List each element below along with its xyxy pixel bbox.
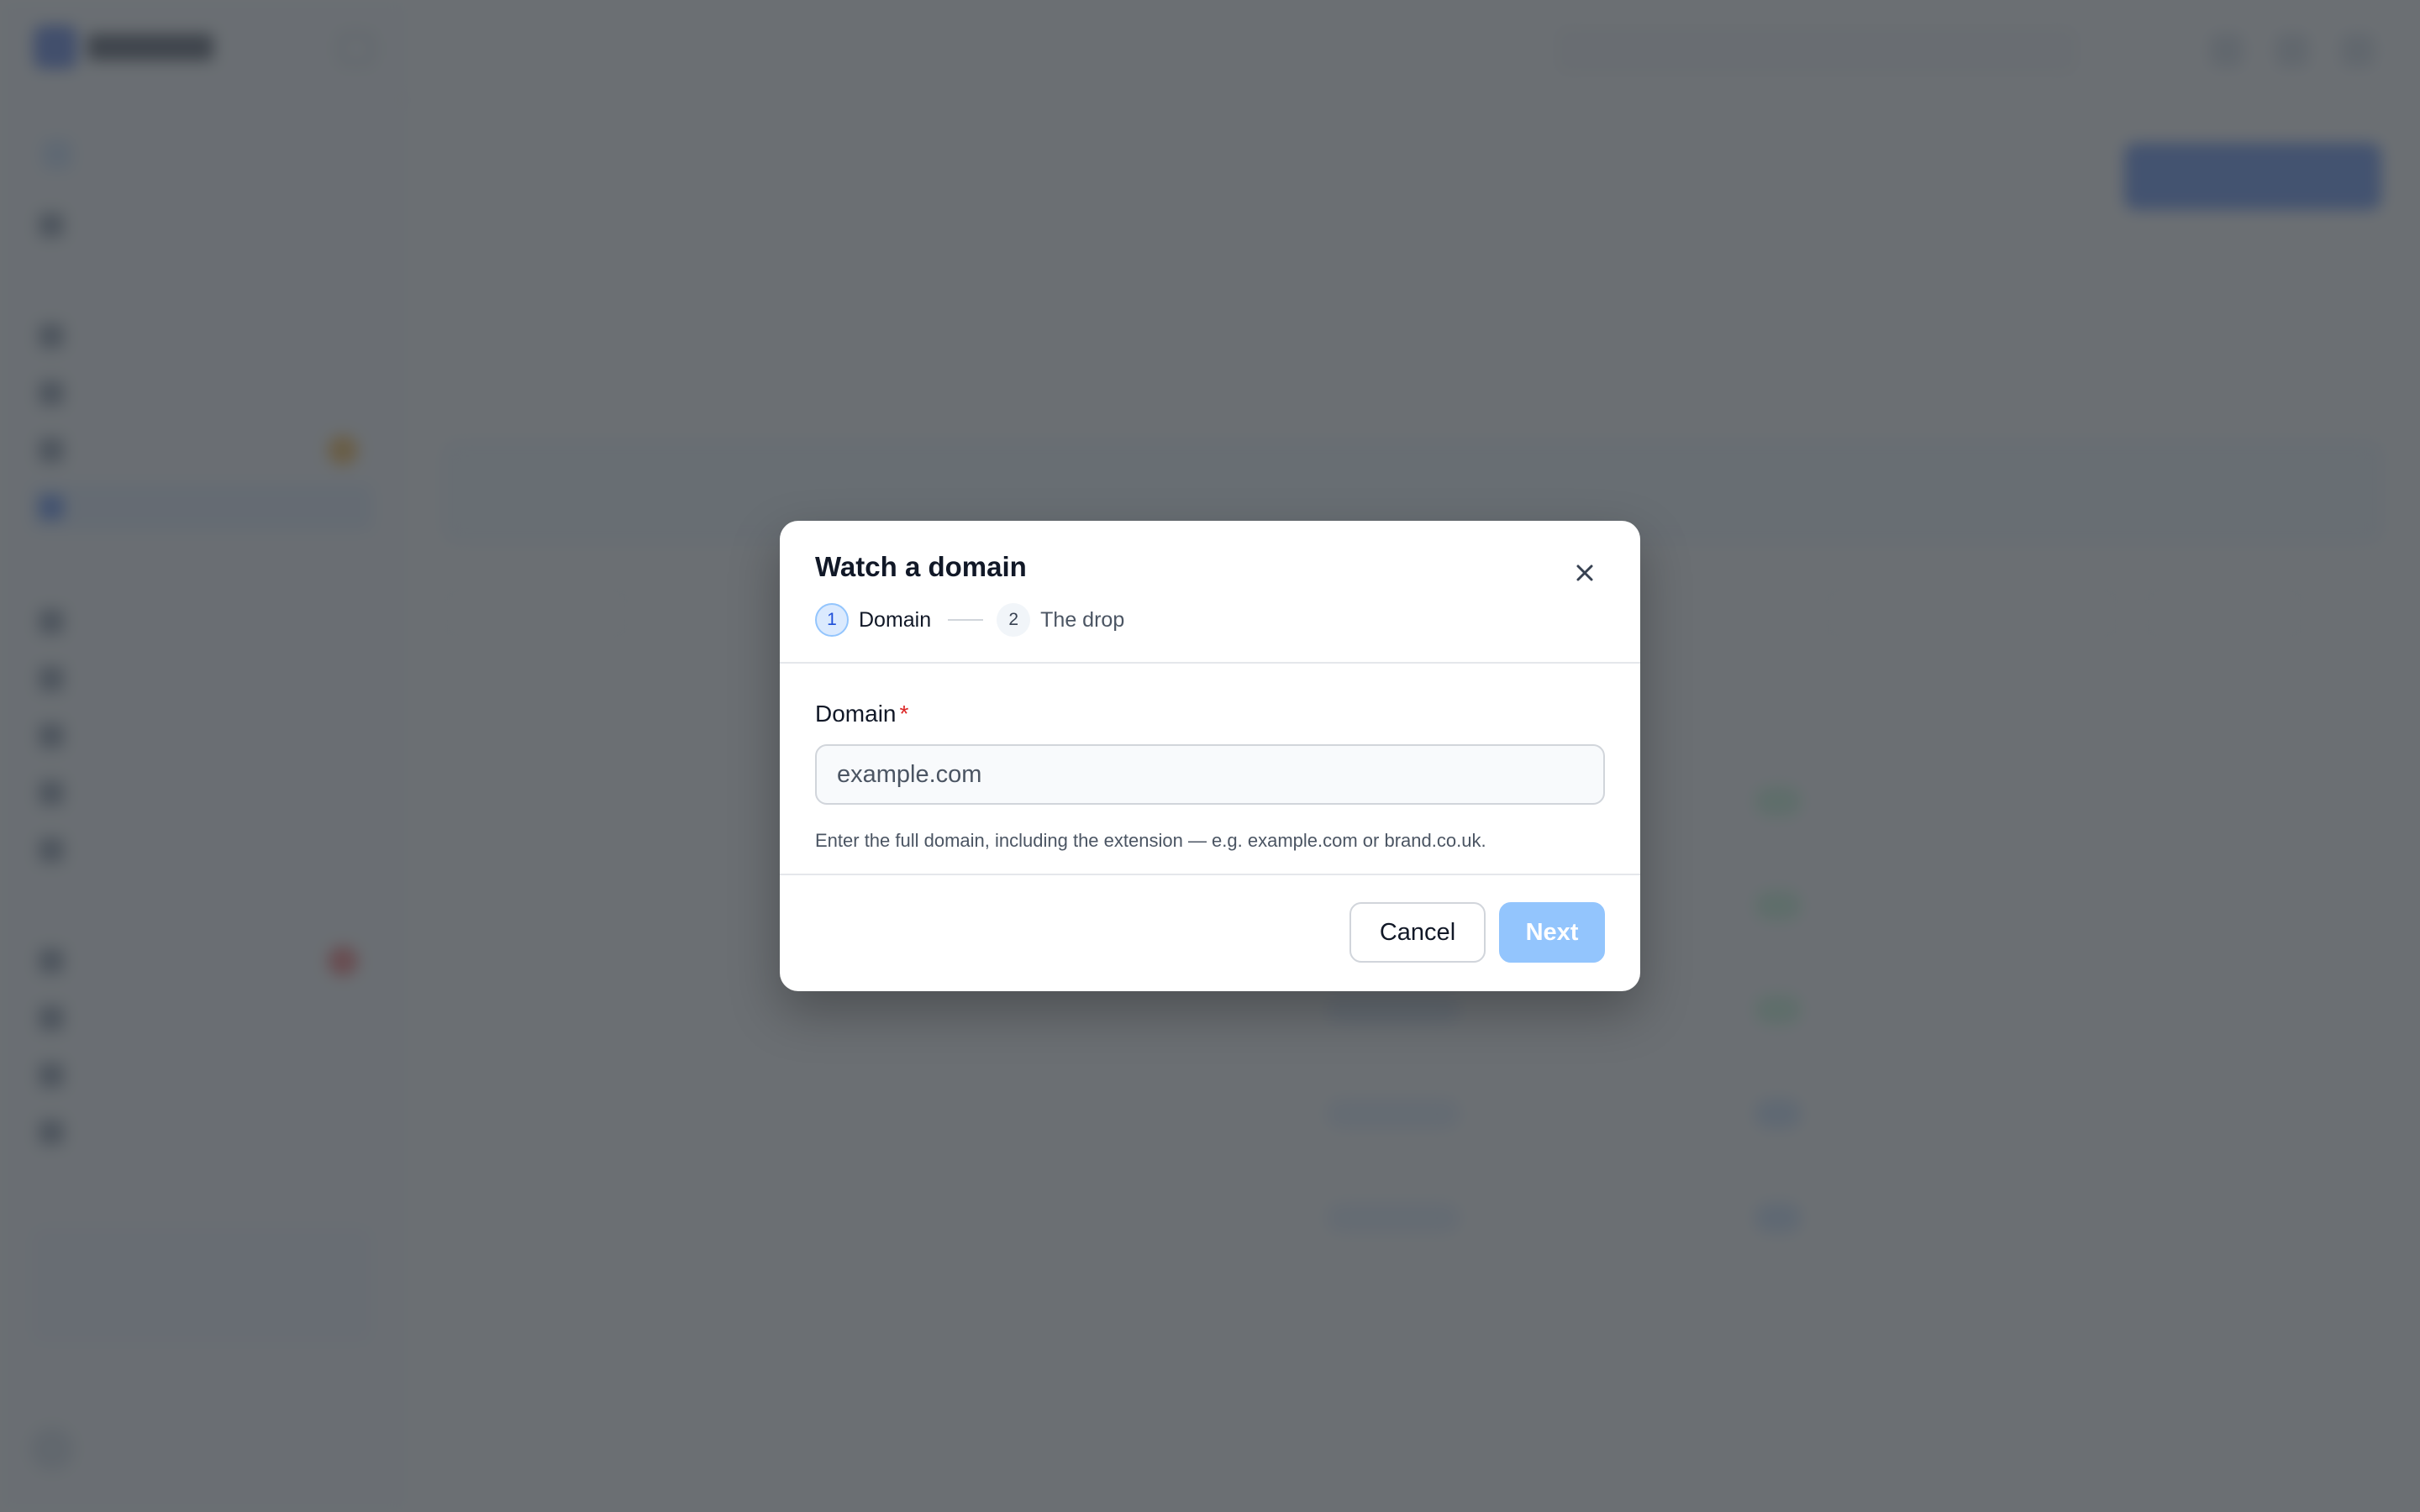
step-1-label: Domain (859, 607, 932, 632)
domain-label-text: Domain (815, 701, 897, 727)
dialog-body: Domain* Enter the full domain, including… (780, 665, 1640, 851)
dialog-footer: Cancel Next (780, 874, 1640, 991)
domain-field-label: Domain * (815, 701, 908, 727)
step-2-number: 2 (997, 603, 1031, 637)
step-2-label: The drop (1040, 607, 1125, 632)
cancel-button[interactable]: Cancel (1349, 902, 1486, 963)
dialog-title: Watch a domain (815, 551, 1027, 582)
next-button[interactable]: Next (1499, 902, 1605, 963)
close-button[interactable] (1570, 558, 1600, 588)
watch-domain-dialog: Watch a domain 1 Domain 2 The drop Domai… (780, 521, 1640, 991)
domain-input[interactable] (815, 744, 1605, 805)
stepper: 1 Domain 2 The drop (815, 601, 1124, 638)
domain-help-text: Enter the full domain, including the ext… (815, 830, 1486, 851)
close-icon (1576, 564, 1593, 581)
step-1-number: 1 (815, 603, 849, 637)
dialog-header: Watch a domain 1 Domain 2 The drop (780, 521, 1640, 664)
step-connector (948, 619, 984, 621)
required-marker: * (899, 701, 909, 727)
